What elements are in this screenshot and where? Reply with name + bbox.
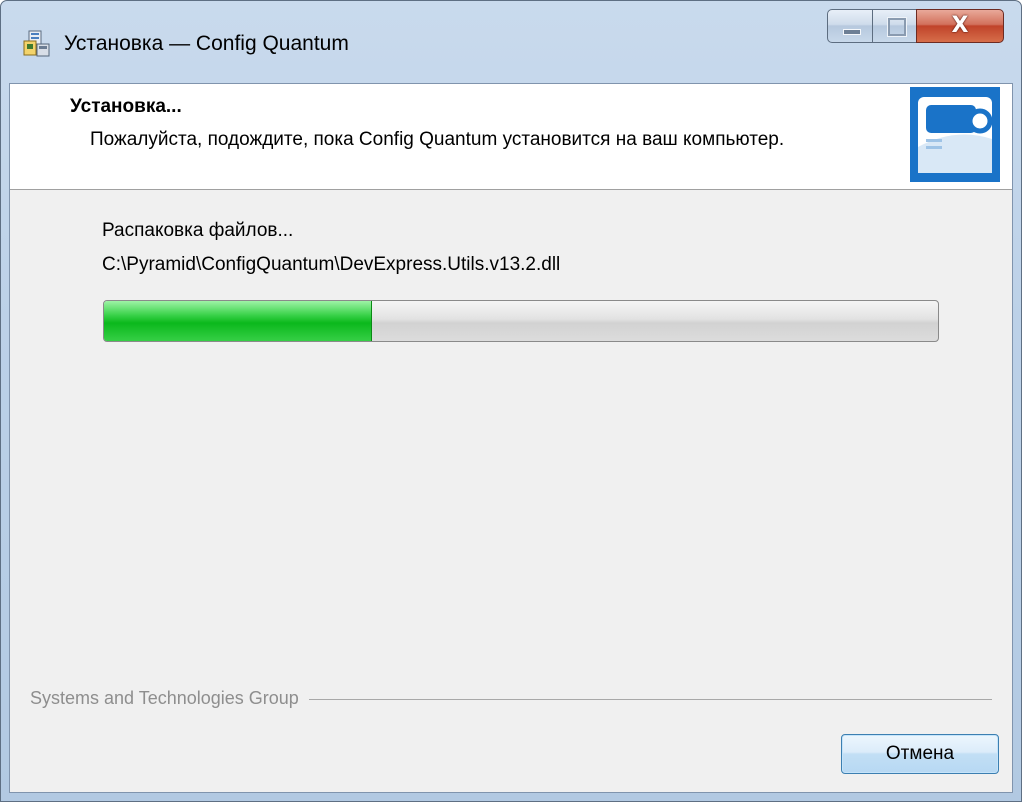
config-quantum-logo	[910, 87, 1000, 182]
page-title: Установка...	[70, 96, 182, 117]
minimize-button[interactable]	[827, 9, 873, 43]
cancel-button[interactable]: Отмена	[841, 734, 999, 774]
maximize-icon	[888, 18, 906, 36]
maximize-button[interactable]	[872, 9, 917, 43]
title-bar[interactable]: Установка — Config Quantum X	[1, 1, 1021, 83]
window-title: Установка — Config Quantum	[64, 32, 349, 55]
footer-group: Systems and Technologies Group	[10, 688, 1012, 712]
installer-window: Установка — Config Quantum X Установка..…	[0, 0, 1022, 802]
installer-icon	[23, 30, 50, 57]
status-label: Распаковка файлов...	[102, 220, 294, 241]
close-icon: X	[951, 13, 969, 38]
page-subtitle: Пожалуйста, подождите, пока Config Quant…	[90, 129, 785, 150]
header-panel: Установка... Пожалуйста, подождите, пока…	[10, 84, 1012, 190]
installer-content: Установка... Пожалуйста, подождите, пока…	[9, 83, 1013, 793]
minimize-icon	[843, 29, 861, 35]
company-label: Systems and Technologies Group	[30, 688, 309, 709]
close-button[interactable]: X	[916, 9, 1004, 43]
progress-fill	[104, 301, 372, 341]
install-progress-bar	[103, 300, 939, 342]
current-file-path: C:\Pyramid\ConfigQuantum\DevExpress.Util…	[102, 254, 561, 275]
